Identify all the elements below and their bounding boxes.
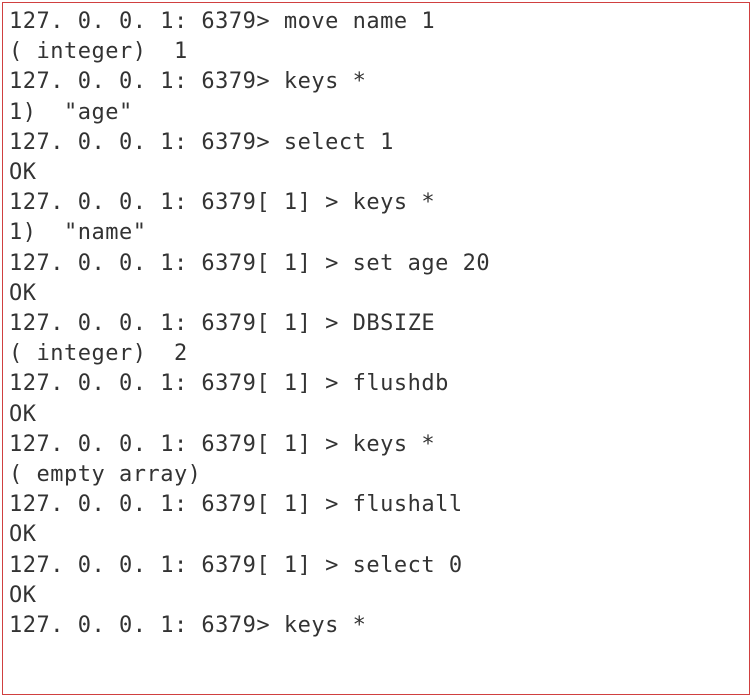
prompt: 127. 0. 0. 1: 6379> [9, 69, 270, 94]
terminal-line: 127. 0. 0. 1: 6379[ 1] > keys * [9, 430, 743, 460]
command: keys * [270, 69, 366, 94]
command: set age 20 [339, 251, 490, 276]
command: flushdb [339, 371, 449, 396]
terminal-line: 127. 0. 0. 1: 6379[ 1] > set age 20 [9, 249, 743, 279]
output: ( integer) 2 [9, 341, 188, 366]
terminal-line: 127. 0. 0. 1: 6379[ 1] > DBSIZE [9, 309, 743, 339]
output: OK [9, 522, 37, 547]
output: OK [9, 281, 37, 306]
terminal-line: OK [9, 279, 743, 309]
prompt: 127. 0. 0. 1: 6379[ 1] > [9, 492, 339, 517]
prompt: 127. 0. 0. 1: 6379> [9, 9, 270, 34]
output: OK [9, 583, 37, 608]
terminal-line: ( empty array) [9, 460, 743, 490]
output: ( integer) 1 [9, 39, 188, 64]
output: 1) "age" [9, 100, 133, 125]
prompt: 127. 0. 0. 1: 6379> [9, 130, 270, 155]
terminal-line: 127. 0. 0. 1: 6379> move name 1 [9, 7, 743, 37]
terminal-line: OK [9, 400, 743, 430]
command: move name 1 [270, 9, 435, 34]
terminal-content[interactable]: 127. 0. 0. 1: 6379> move name 1( integer… [3, 3, 749, 645]
terminal-line: 127. 0. 0. 1: 6379> keys * [9, 67, 743, 97]
terminal-line: ( integer) 2 [9, 339, 743, 369]
terminal-line: 127. 0. 0. 1: 6379> select 1 [9, 128, 743, 158]
command: keys * [339, 432, 435, 457]
terminal-line: OK [9, 520, 743, 550]
command: keys * [339, 190, 435, 215]
command: keys * [270, 613, 366, 638]
terminal-line: 1) "name" [9, 218, 743, 248]
terminal-line: 127. 0. 0. 1: 6379[ 1] > flushall [9, 490, 743, 520]
command: flushall [339, 492, 463, 517]
terminal-line: OK [9, 581, 743, 611]
prompt: 127. 0. 0. 1: 6379[ 1] > [9, 311, 339, 336]
prompt: 127. 0. 0. 1: 6379> [9, 613, 270, 638]
terminal-line: 127. 0. 0. 1: 6379> keys * [9, 611, 743, 641]
prompt: 127. 0. 0. 1: 6379[ 1] > [9, 432, 339, 457]
terminal-line: ( integer) 1 [9, 37, 743, 67]
terminal-line: OK [9, 158, 743, 188]
output: ( empty array) [9, 462, 201, 487]
output: OK [9, 402, 37, 427]
output: 1) "name" [9, 220, 146, 245]
command: DBSIZE [339, 311, 435, 336]
prompt: 127. 0. 0. 1: 6379[ 1] > [9, 553, 339, 578]
prompt: 127. 0. 0. 1: 6379[ 1] > [9, 251, 339, 276]
terminal-line: 127. 0. 0. 1: 6379[ 1] > keys * [9, 188, 743, 218]
output: OK [9, 160, 37, 185]
terminal-line: 127. 0. 0. 1: 6379[ 1] > flushdb [9, 369, 743, 399]
command: select 0 [339, 553, 463, 578]
terminal-line: 1) "age" [9, 98, 743, 128]
terminal-line: 127. 0. 0. 1: 6379[ 1] > select 0 [9, 551, 743, 581]
command: select 1 [270, 130, 394, 155]
prompt: 127. 0. 0. 1: 6379[ 1] > [9, 371, 339, 396]
prompt: 127. 0. 0. 1: 6379[ 1] > [9, 190, 339, 215]
terminal-container: 127. 0. 0. 1: 6379> move name 1( integer… [2, 2, 750, 695]
